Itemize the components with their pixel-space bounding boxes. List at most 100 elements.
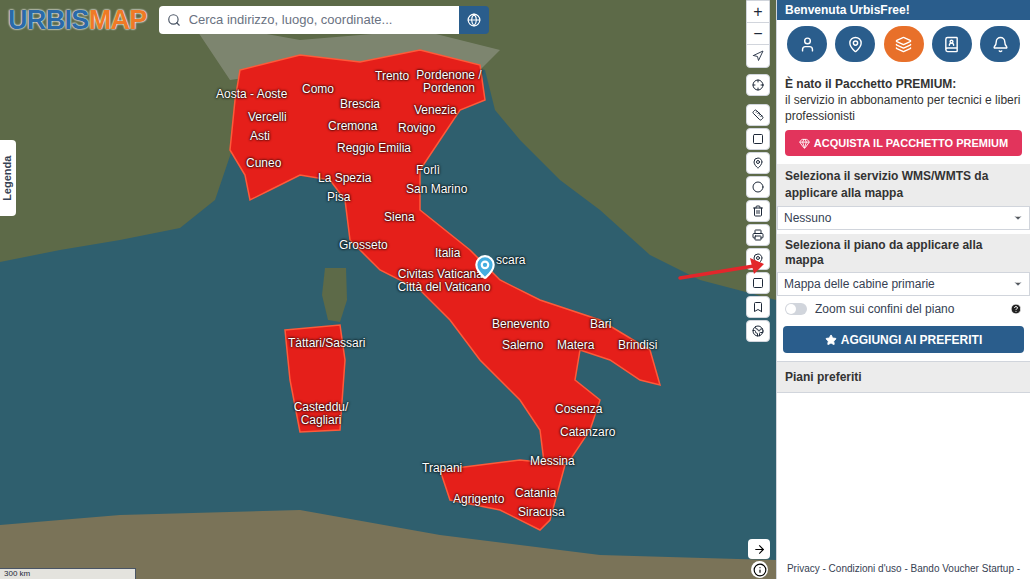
globe-button[interactable] — [459, 6, 489, 34]
city-label: Trapani — [422, 462, 462, 475]
add-favorite-button[interactable]: AGGIUNGI AI PREFERITI — [783, 326, 1024, 353]
tool-button[interactable] — [746, 224, 770, 246]
search-icon — [167, 13, 181, 27]
city-label: Grosseto — [339, 239, 388, 252]
city-label: Civitas Vaticana - Città del Vaticano — [396, 268, 492, 294]
tool-button[interactable] — [746, 320, 770, 342]
city-label: Venezia — [414, 104, 457, 117]
nav-icon — [992, 36, 1009, 53]
tool-button[interactable] — [746, 176, 770, 198]
tool-icon — [752, 133, 764, 145]
tool-icon — [752, 325, 764, 337]
satellite-map-icon — [0, 0, 776, 579]
annotation-arrow-icon — [676, 252, 768, 292]
side-panel: Benvenuta UrbisFree!È nato il Pacchetto … — [776, 0, 1030, 579]
tool-icon — [752, 181, 764, 193]
city-label: Cuneo — [246, 157, 281, 170]
wms-select[interactable]: Nessuno — [777, 206, 1030, 230]
nav-button[interactable] — [932, 26, 972, 62]
city-label: Brescia — [340, 98, 380, 111]
city-label: Asti — [250, 130, 270, 143]
map-pin[interactable] — [472, 254, 498, 280]
compass-icon — [752, 50, 764, 62]
tool-icon — [752, 229, 764, 241]
app: URBISMAP Legenda Aosta - Aoste Como TrentoPo… — [0, 0, 1030, 579]
city-label: Benevento — [492, 318, 549, 331]
tool-button[interactable] — [746, 296, 770, 318]
nav-icon — [943, 36, 960, 53]
nav-button[interactable] — [787, 26, 827, 62]
zoom-toggle[interactable] — [785, 303, 807, 315]
nav-button[interactable] — [884, 26, 924, 62]
zoom-toggle-row: Zoom sui confini del piano — [777, 296, 1030, 322]
map[interactable]: URBISMAP Legenda Aosta - Aoste Como TrentoPo… — [0, 0, 776, 579]
panel-nav — [777, 20, 1030, 68]
premium-button[interactable]: ACQUISTA IL PACCHETTO PREMIUM — [785, 130, 1022, 156]
zoom-out-button[interactable]: − — [747, 23, 769, 45]
city-label: Aosta - Aoste — [216, 88, 287, 101]
city-label: Como — [302, 83, 334, 96]
city-label: Pisa — [327, 191, 350, 204]
tool-icon — [752, 277, 764, 289]
city-label: Pordenone / Pordenon — [408, 69, 490, 95]
tool-button[interactable] — [746, 272, 770, 294]
tool-icon — [752, 109, 764, 121]
star-icon — [825, 334, 837, 346]
city-label: Matera — [557, 339, 594, 352]
scale-bar: 300 km — [0, 568, 136, 579]
nav-button[interactable] — [980, 26, 1020, 62]
caret-icon — [1013, 279, 1023, 289]
caret-icon — [1013, 213, 1023, 223]
nav-icon — [799, 36, 816, 53]
nav-icon — [847, 36, 864, 53]
city-label: Rovigo — [398, 122, 435, 135]
top-bar: URBISMAP — [8, 6, 489, 34]
tool-icon — [752, 205, 764, 217]
logo[interactable]: URBISMAP — [8, 7, 147, 34]
compass-button[interactable] — [747, 45, 769, 67]
footer-links[interactable]: Privacy - Condizioni d'uso - Bando Vouch… — [777, 561, 1030, 579]
panel-title: Benvenuta UrbisFree! — [777, 0, 1030, 20]
arrow-right-icon — [753, 543, 766, 556]
plan-label: Seleziona il piano da applicare alla map… — [777, 234, 1030, 272]
city-label: San Marino — [406, 183, 467, 196]
tool-button[interactable] — [746, 74, 770, 96]
nav-button[interactable] — [835, 26, 875, 62]
city-label: Vercelli — [248, 111, 287, 124]
search-bar — [159, 6, 489, 34]
tool-button[interactable] — [746, 104, 770, 126]
city-label: Messina — [530, 455, 575, 468]
city-label: Trento — [375, 70, 409, 83]
tool-button[interactable] — [746, 128, 770, 150]
tool-icon — [752, 301, 764, 313]
city-label: Italia — [435, 247, 460, 260]
city-label: Reggio Emilia — [337, 142, 411, 155]
city-label: Brindisi — [618, 339, 657, 352]
favorites-header: Piani preferiti — [777, 361, 1030, 393]
search-input[interactable] — [189, 10, 451, 30]
city-label: Tàttari/Sassari — [288, 337, 365, 350]
map-controls: +− — [746, 0, 770, 342]
help-icon[interactable] — [1010, 303, 1022, 315]
info-icon — [753, 563, 767, 577]
gem-icon — [799, 138, 810, 149]
info-button[interactable] — [751, 561, 768, 578]
city-label: Cremona — [328, 120, 377, 133]
globe-icon — [467, 13, 481, 27]
tool-button[interactable] — [746, 200, 770, 222]
expand-button[interactable] — [748, 539, 770, 559]
city-label: Catanzaro — [560, 426, 615, 439]
city-label: Forlì — [416, 164, 440, 177]
city-label: Bari — [590, 318, 611, 331]
city-label: Agrigento — [453, 493, 504, 506]
zoom-in-button[interactable]: + — [747, 1, 769, 23]
city-label: scara — [496, 254, 525, 267]
city-label: Salerno — [502, 339, 543, 352]
tool-icon — [752, 157, 764, 169]
tool-button[interactable] — [746, 152, 770, 174]
legend-tab[interactable]: Legenda — [0, 140, 16, 216]
wms-label: Seleziona il servizio WMS/WMTS da applic… — [777, 164, 1030, 206]
city-label: Catania — [515, 487, 556, 500]
city-label: Cosenza — [555, 403, 602, 416]
plan-select[interactable]: Mappa delle cabine primarie — [777, 272, 1030, 296]
